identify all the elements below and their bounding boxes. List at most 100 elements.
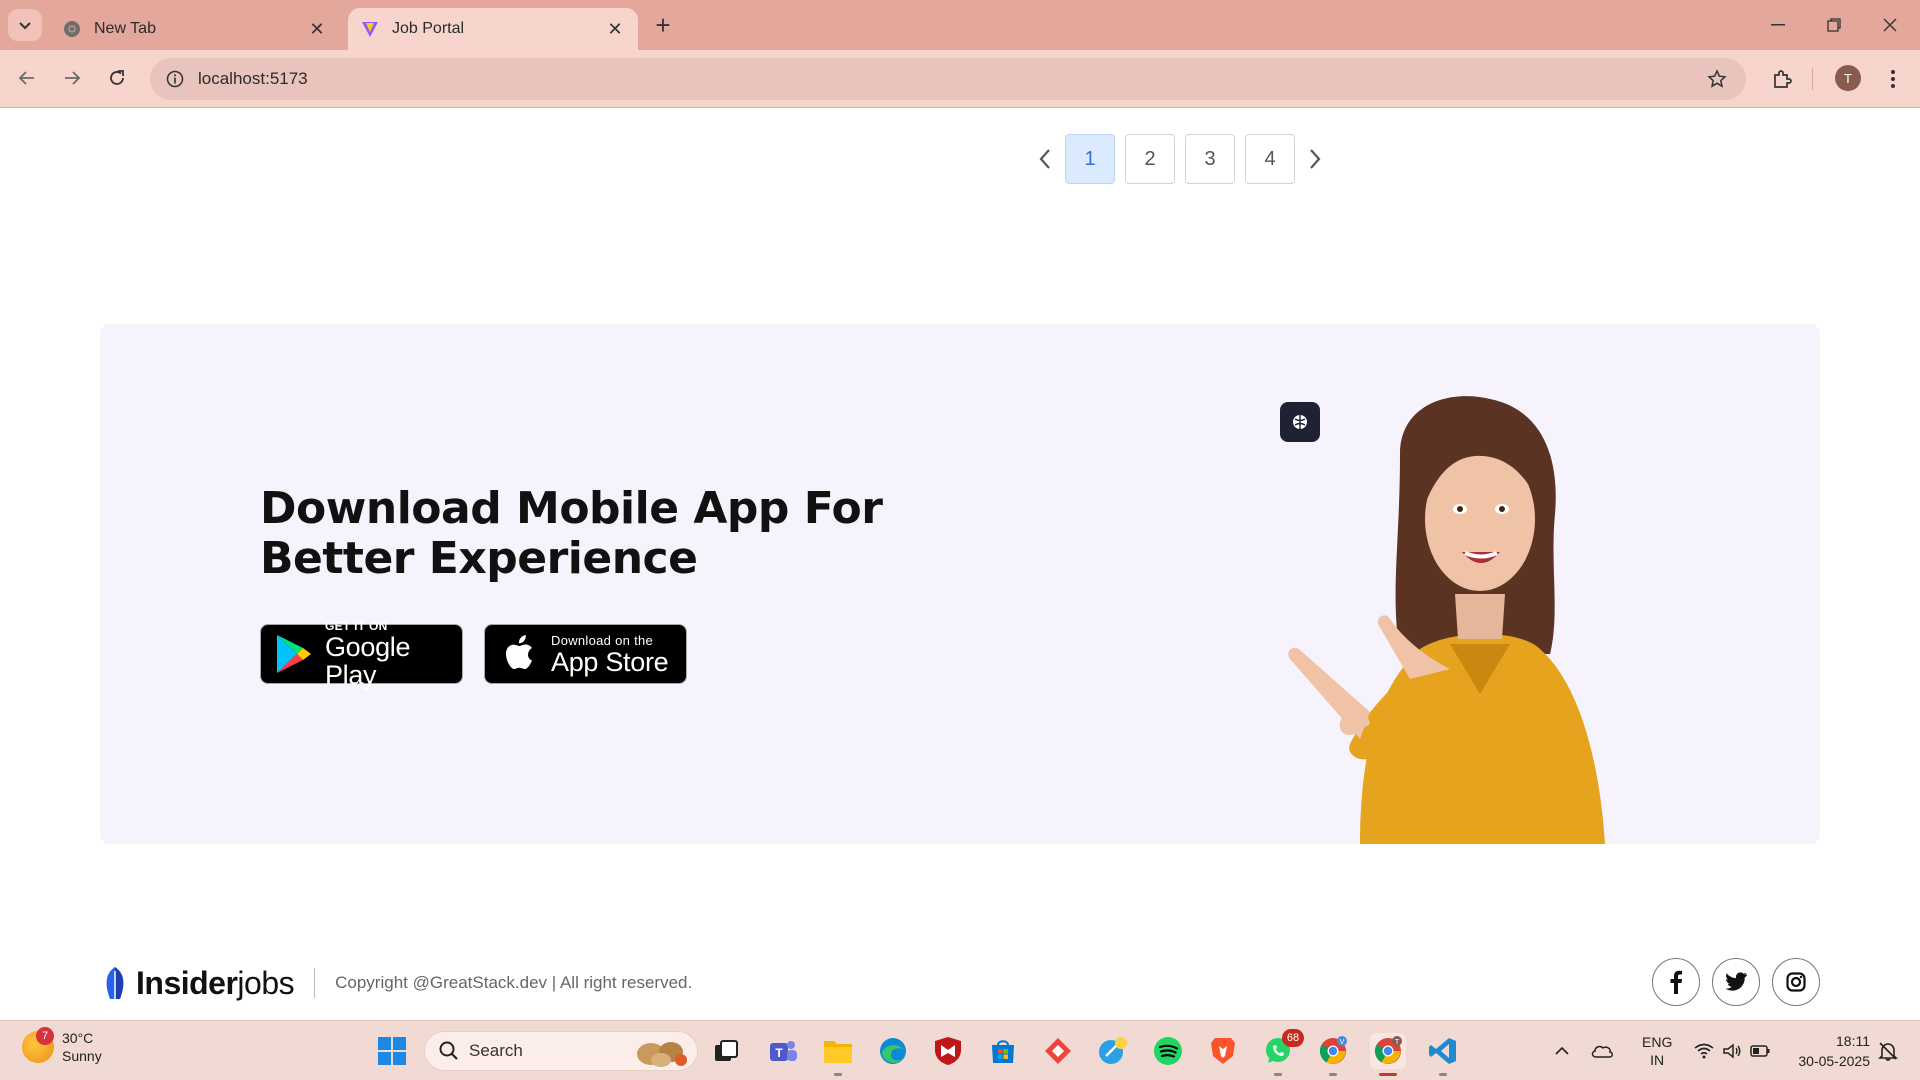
tab-search-button[interactable]: [8, 9, 42, 41]
language-bottom: IN: [1650, 1052, 1665, 1068]
onedrive-icon[interactable]: [1584, 1043, 1620, 1059]
system-tray: ENG IN: [1550, 1021, 1770, 1080]
file-explorer-icon[interactable]: [820, 1033, 856, 1076]
banner-title-line2: Better Experience: [260, 533, 698, 584]
app-store-small-text: Download on the: [551, 632, 654, 648]
reload-button[interactable]: [100, 61, 134, 95]
app-store-button[interactable]: Download on the App Store: [484, 624, 687, 684]
insiderjobs-logo-icon: [106, 967, 124, 999]
chrome-icon: [62, 19, 82, 39]
vite-icon: [360, 19, 380, 39]
tab-new-tab[interactable]: New Tab ✕: [50, 8, 340, 50]
language-indicator[interactable]: ENG IN: [1642, 1033, 1672, 1069]
mcafee-icon[interactable]: [930, 1033, 966, 1069]
insiderjobs-logo[interactable]: Insiderjobs: [100, 964, 295, 1002]
google-play-button[interactable]: GET IT ON Google Play: [260, 619, 463, 689]
forward-button[interactable]: [55, 61, 89, 95]
svg-text:V: V: [1340, 1039, 1345, 1046]
sun-icon: 7: [22, 1027, 54, 1063]
banner-title-line1: Download Mobile App For: [260, 483, 883, 534]
teams-icon[interactable]: T: [765, 1033, 801, 1069]
close-window-button[interactable]: [1862, 8, 1918, 42]
google-play-icon: [273, 632, 315, 676]
browser-toolbar: localhost:5173 T: [0, 50, 1920, 108]
svg-text:T: T: [1395, 1039, 1400, 1046]
tab-title: New Tab: [94, 20, 156, 37]
close-icon[interactable]: ✕: [304, 16, 330, 42]
twitter-button[interactable]: [1712, 958, 1760, 1006]
woman-pointing-image: [1288, 396, 1605, 844]
running-indicator: [834, 1073, 842, 1076]
battery-icon: [1750, 1045, 1770, 1057]
running-indicator-active: [1379, 1073, 1397, 1076]
tab-job-portal[interactable]: Job Portal ✕: [348, 8, 638, 50]
arrow-left-icon: [18, 71, 34, 85]
page-button-3[interactable]: 3: [1185, 134, 1235, 184]
sticky-notes-icon[interactable]: [1095, 1033, 1131, 1069]
profile-avatar[interactable]: T: [1835, 65, 1861, 91]
reload-icon: [110, 70, 124, 85]
weather-widget[interactable]: 7 30°C Sunny: [22, 1027, 102, 1065]
page-button-2[interactable]: 2: [1125, 134, 1175, 184]
arrow-right-icon: [65, 71, 81, 85]
url-text[interactable]: localhost:5173: [198, 69, 1702, 89]
spotify-icon[interactable]: [1150, 1033, 1186, 1069]
google-play-big-text: Google Play: [324, 632, 411, 690]
weather-alert-badge: 7: [36, 1027, 54, 1045]
close-icon[interactable]: ✕: [602, 16, 628, 42]
taskbar-search[interactable]: Search: [424, 1031, 698, 1071]
page-button-1[interactable]: 1: [1065, 134, 1115, 184]
network-volume-battery[interactable]: [1694, 1043, 1770, 1059]
brave-icon[interactable]: [1205, 1033, 1241, 1069]
wifi-icon: [1694, 1043, 1714, 1059]
google-play-small-text: GET IT ON: [324, 619, 388, 633]
volume-icon: [1723, 1043, 1741, 1059]
next-page-button[interactable]: [1300, 134, 1330, 184]
chevron-up-icon[interactable]: [1550, 1046, 1574, 1056]
site-info-icon[interactable]: [164, 68, 186, 90]
apple-icon: [497, 632, 541, 676]
browser-tab-bar: New Tab ✕ Job Portal ✕ +: [0, 0, 1920, 50]
running-indicator: [1329, 1073, 1337, 1076]
windows-logo-icon: [378, 1037, 406, 1065]
address-bar[interactable]: localhost:5173: [150, 58, 1746, 100]
windows-taskbar: 7 30°C Sunny Search T 68 V T ENG IN 18:1…: [0, 1020, 1920, 1080]
extensions-icon[interactable]: [1766, 63, 1798, 95]
back-button[interactable]: [10, 61, 44, 95]
edge-icon[interactable]: [875, 1033, 911, 1069]
clock[interactable]: 18:11 30-05-2025: [1780, 1031, 1870, 1071]
app-download-banner: Download Mobile App For Better Experienc…: [100, 324, 1820, 844]
clock-time: 18:11: [1836, 1033, 1870, 1049]
instagram-button[interactable]: [1772, 958, 1820, 1006]
language-top: ENG: [1642, 1034, 1673, 1050]
windows-start-button[interactable]: [374, 1033, 410, 1069]
running-indicator: [1439, 1073, 1447, 1076]
whatsapp-icon[interactable]: 68: [1260, 1029, 1304, 1076]
footer: Insiderjobs Copyright @GreatStack.dev | …: [100, 958, 1820, 1008]
menu-kebab-icon[interactable]: [1877, 63, 1909, 95]
chrome-profile-v-icon[interactable]: V: [1315, 1033, 1351, 1076]
chevron-left-icon: [1039, 149, 1050, 169]
pagination: 1 2 3 4: [1030, 134, 1330, 184]
taskbar-search-label: Search: [469, 1041, 523, 1060]
notification-bell-icon[interactable]: [1870, 1033, 1906, 1069]
microsoft-store-icon[interactable]: [985, 1033, 1021, 1069]
chevron-down-icon: [19, 22, 31, 30]
brand-light: jobs: [237, 964, 295, 1001]
anydesk-icon[interactable]: [1040, 1033, 1076, 1069]
search-highlight-image: [637, 1042, 687, 1067]
whatsapp-unread-badge: 68: [1282, 1029, 1304, 1047]
chrome-profile-t-icon[interactable]: T: [1370, 1033, 1406, 1076]
banner-title: Download Mobile App For Better Experienc…: [260, 484, 960, 584]
bookmark-star-icon[interactable]: [1702, 64, 1732, 94]
page-button-4[interactable]: 4: [1245, 134, 1295, 184]
task-view-icon[interactable]: [708, 1033, 744, 1069]
facebook-button[interactable]: [1652, 958, 1700, 1006]
minimize-button[interactable]: [1750, 8, 1806, 42]
new-tab-button[interactable]: +: [650, 10, 676, 40]
brand-name: Insiderjobs: [136, 964, 295, 1002]
search-icon: [439, 1041, 458, 1060]
vscode-icon[interactable]: [1425, 1033, 1461, 1076]
prev-page-button[interactable]: [1030, 134, 1060, 184]
restore-button[interactable]: [1806, 8, 1862, 42]
